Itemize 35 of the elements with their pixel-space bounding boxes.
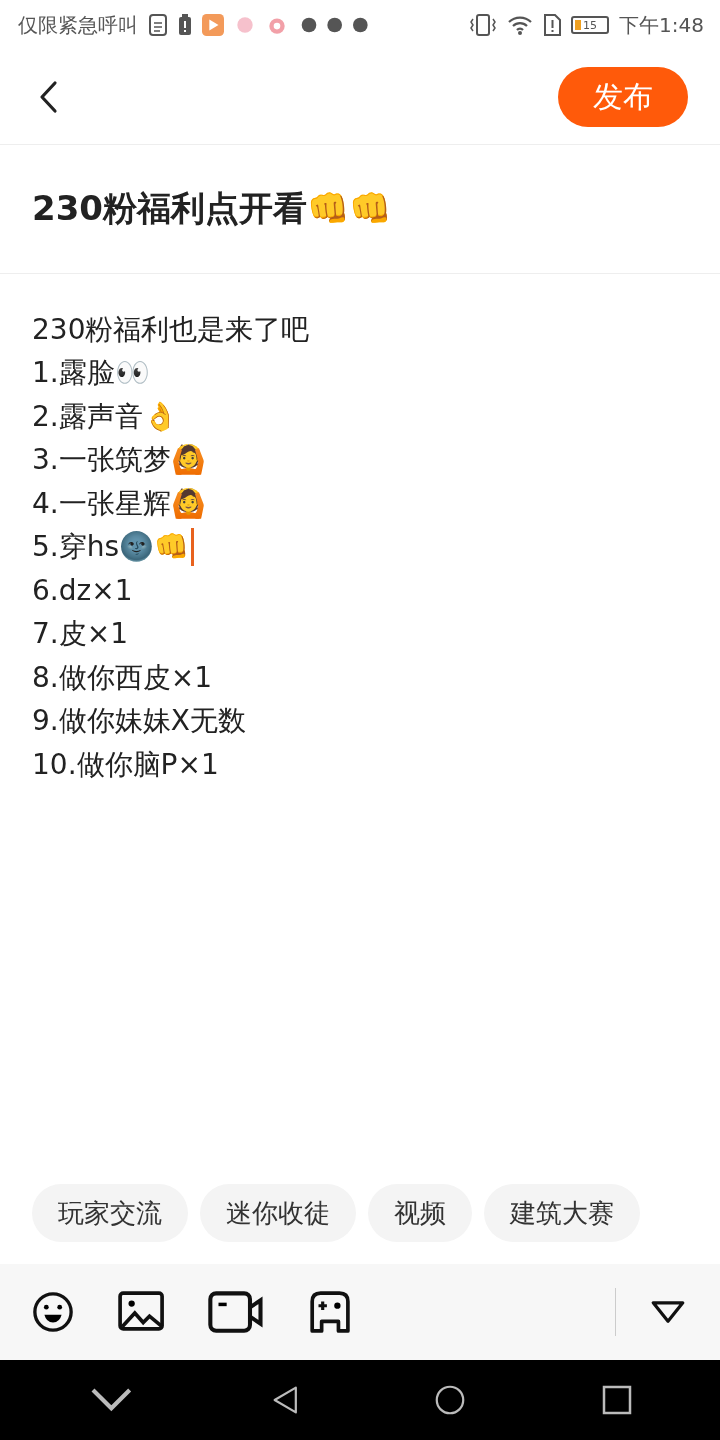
body-text-line[interactable]: 7.皮×1 — [32, 615, 128, 654]
topic-tag[interactable]: 建筑大赛 — [484, 1184, 640, 1242]
alert-icon — [178, 14, 192, 36]
back-icon[interactable] — [271, 1385, 299, 1415]
body-text-line[interactable]: 1.露脸👀 — [32, 354, 150, 393]
body-text-line[interactable]: 5.穿hs🌚👊 — [32, 528, 190, 567]
video-camera-icon[interactable] — [208, 1291, 265, 1333]
recents-icon[interactable] — [601, 1385, 632, 1415]
topic-tag[interactable]: 玩家交流 — [32, 1184, 188, 1242]
post-title[interactable]: 230粉福利点开看👊👊 — [32, 186, 391, 232]
clock: 下午1:48 — [619, 11, 704, 39]
app-icon — [234, 14, 256, 36]
collapse-icon[interactable] — [650, 1300, 686, 1324]
sim-alert-icon — [543, 14, 562, 36]
topic-tag[interactable]: 迷你收徒 — [200, 1184, 356, 1242]
play-app-icon — [202, 14, 224, 36]
body-text-line[interactable]: 10.做你脑P×1 — [32, 745, 219, 784]
body-text-line[interactable]: 230粉福利也是来了吧 — [32, 310, 310, 349]
gamepad-icon[interactable] — [308, 1291, 353, 1333]
home-icon[interactable] — [434, 1385, 465, 1415]
body-text-line[interactable]: 6.dz×1 — [32, 574, 133, 608]
back-icon[interactable] — [38, 80, 58, 114]
document-icon — [148, 14, 168, 36]
body-text-line[interactable]: 8.做你西皮×1 — [32, 658, 212, 697]
body-text-line[interactable]: 2.露声音👌 — [32, 397, 178, 436]
status-text: 仅限紧急呼叫 — [18, 11, 138, 39]
topic-tag[interactable]: 视频 — [368, 1184, 472, 1242]
body-text-line[interactable]: 3.一张筑梦🙆 — [32, 441, 206, 480]
battery-icon: 15 — [571, 16, 610, 34]
vibrate-icon — [469, 14, 498, 36]
wifi-icon — [507, 14, 534, 36]
emoji-icon[interactable] — [32, 1291, 74, 1333]
image-icon[interactable] — [118, 1291, 165, 1333]
body-text-line[interactable]: 4.一张星辉🙆 — [32, 484, 206, 523]
body-text-line[interactable]: 9.做你妹妹X无数 — [32, 702, 246, 741]
